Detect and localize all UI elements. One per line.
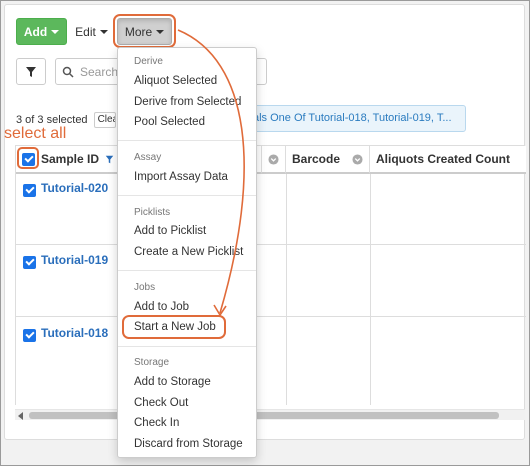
menu-item-aliquot-selected[interactable]: Aliquot Selected (134, 75, 217, 87)
sample-link[interactable]: Tutorial-019 (41, 253, 108, 267)
menu-header-picklists: Picklists (134, 207, 171, 218)
column-menu-icon (268, 153, 279, 165)
row-checkbox[interactable] (23, 182, 36, 197)
filter-button[interactable] (16, 58, 46, 85)
clear-selection-button[interactable]: Clear (93, 112, 116, 128)
menu-divider (118, 195, 256, 196)
filter-chip[interactable]: als One Of Tutorial-018, Tutorial-019, T… (244, 105, 466, 132)
row-divider (16, 316, 526, 317)
header-barcode[interactable]: Barcode (286, 146, 370, 174)
row-checkbox[interactable] (23, 254, 36, 269)
menu-item-add-to-job[interactable]: Add to Job (134, 301, 189, 313)
column-menu-icon (352, 153, 363, 165)
header-sample-id-label: Sample ID (41, 152, 100, 166)
header-column-menu[interactable] (262, 146, 286, 174)
menu-header-assay: Assay (134, 152, 162, 163)
caret-down-icon (51, 29, 60, 34)
column-divider (370, 174, 371, 405)
filter-icon (105, 155, 114, 163)
menu-divider (118, 270, 256, 271)
select-all-highlight (17, 147, 39, 169)
menu-item-import-assay-data[interactable]: Import Assay Data (134, 171, 228, 183)
header-barcode-label: Barcode (292, 152, 341, 166)
filter-icon (26, 66, 36, 77)
caret-down-icon (99, 29, 108, 34)
menu-item-derive-from-selected[interactable]: Derive from Selected (134, 96, 241, 108)
menu-divider (118, 140, 256, 141)
edit-button-label: Edit (75, 24, 96, 39)
menu-item-check-in[interactable]: Check In (134, 417, 179, 429)
more-dropdown-menu: Derive Aliquot Selected Derive from Sele… (117, 47, 257, 458)
menu-header-jobs: Jobs (134, 282, 156, 293)
header-aliquots-created-count[interactable]: Aliquots Created Count (370, 146, 526, 174)
scroll-left-arrow-icon[interactable] (18, 412, 23, 420)
more-button-highlight (113, 14, 176, 48)
column-divider (286, 174, 287, 405)
checkbox-icon (23, 184, 36, 197)
checkbox-icon (23, 256, 36, 269)
menu-divider (118, 346, 256, 347)
select-all-annotation: select all (4, 125, 67, 142)
sample-link[interactable]: Tutorial-018 (41, 326, 108, 340)
horizontal-scrollbar[interactable] (15, 409, 525, 420)
checkbox-icon (23, 329, 36, 342)
scrollbar-thumb[interactable] (29, 412, 499, 419)
row-checkbox[interactable] (23, 327, 36, 342)
row-divider (16, 244, 526, 245)
menu-item-check-out[interactable]: Check Out (134, 397, 188, 409)
sample-link[interactable]: Tutorial-020 (41, 181, 108, 195)
menu-item-create-new-picklist[interactable]: Create a New Picklist (134, 246, 243, 258)
menu-item-add-to-storage[interactable]: Add to Storage (134, 376, 211, 388)
search-icon (62, 66, 74, 78)
samples-grid: Sample ID Barcode Aliquots Created Count… (15, 145, 526, 405)
add-button-label: Add (23, 24, 48, 39)
header-aliquots-label: Aliquots Created Count (376, 152, 510, 166)
menu-item-add-to-picklist[interactable]: Add to Picklist (134, 225, 206, 237)
start-new-job-highlight (122, 315, 226, 339)
add-button[interactable]: Add (16, 18, 67, 45)
menu-item-discard-from-storage[interactable]: Discard from Storage (134, 438, 243, 450)
edit-button[interactable]: Edit (71, 18, 112, 45)
menu-item-pool-selected[interactable]: Pool Selected (134, 116, 205, 128)
menu-header-derive: Derive (134, 56, 163, 67)
menu-header-storage: Storage (134, 357, 170, 368)
